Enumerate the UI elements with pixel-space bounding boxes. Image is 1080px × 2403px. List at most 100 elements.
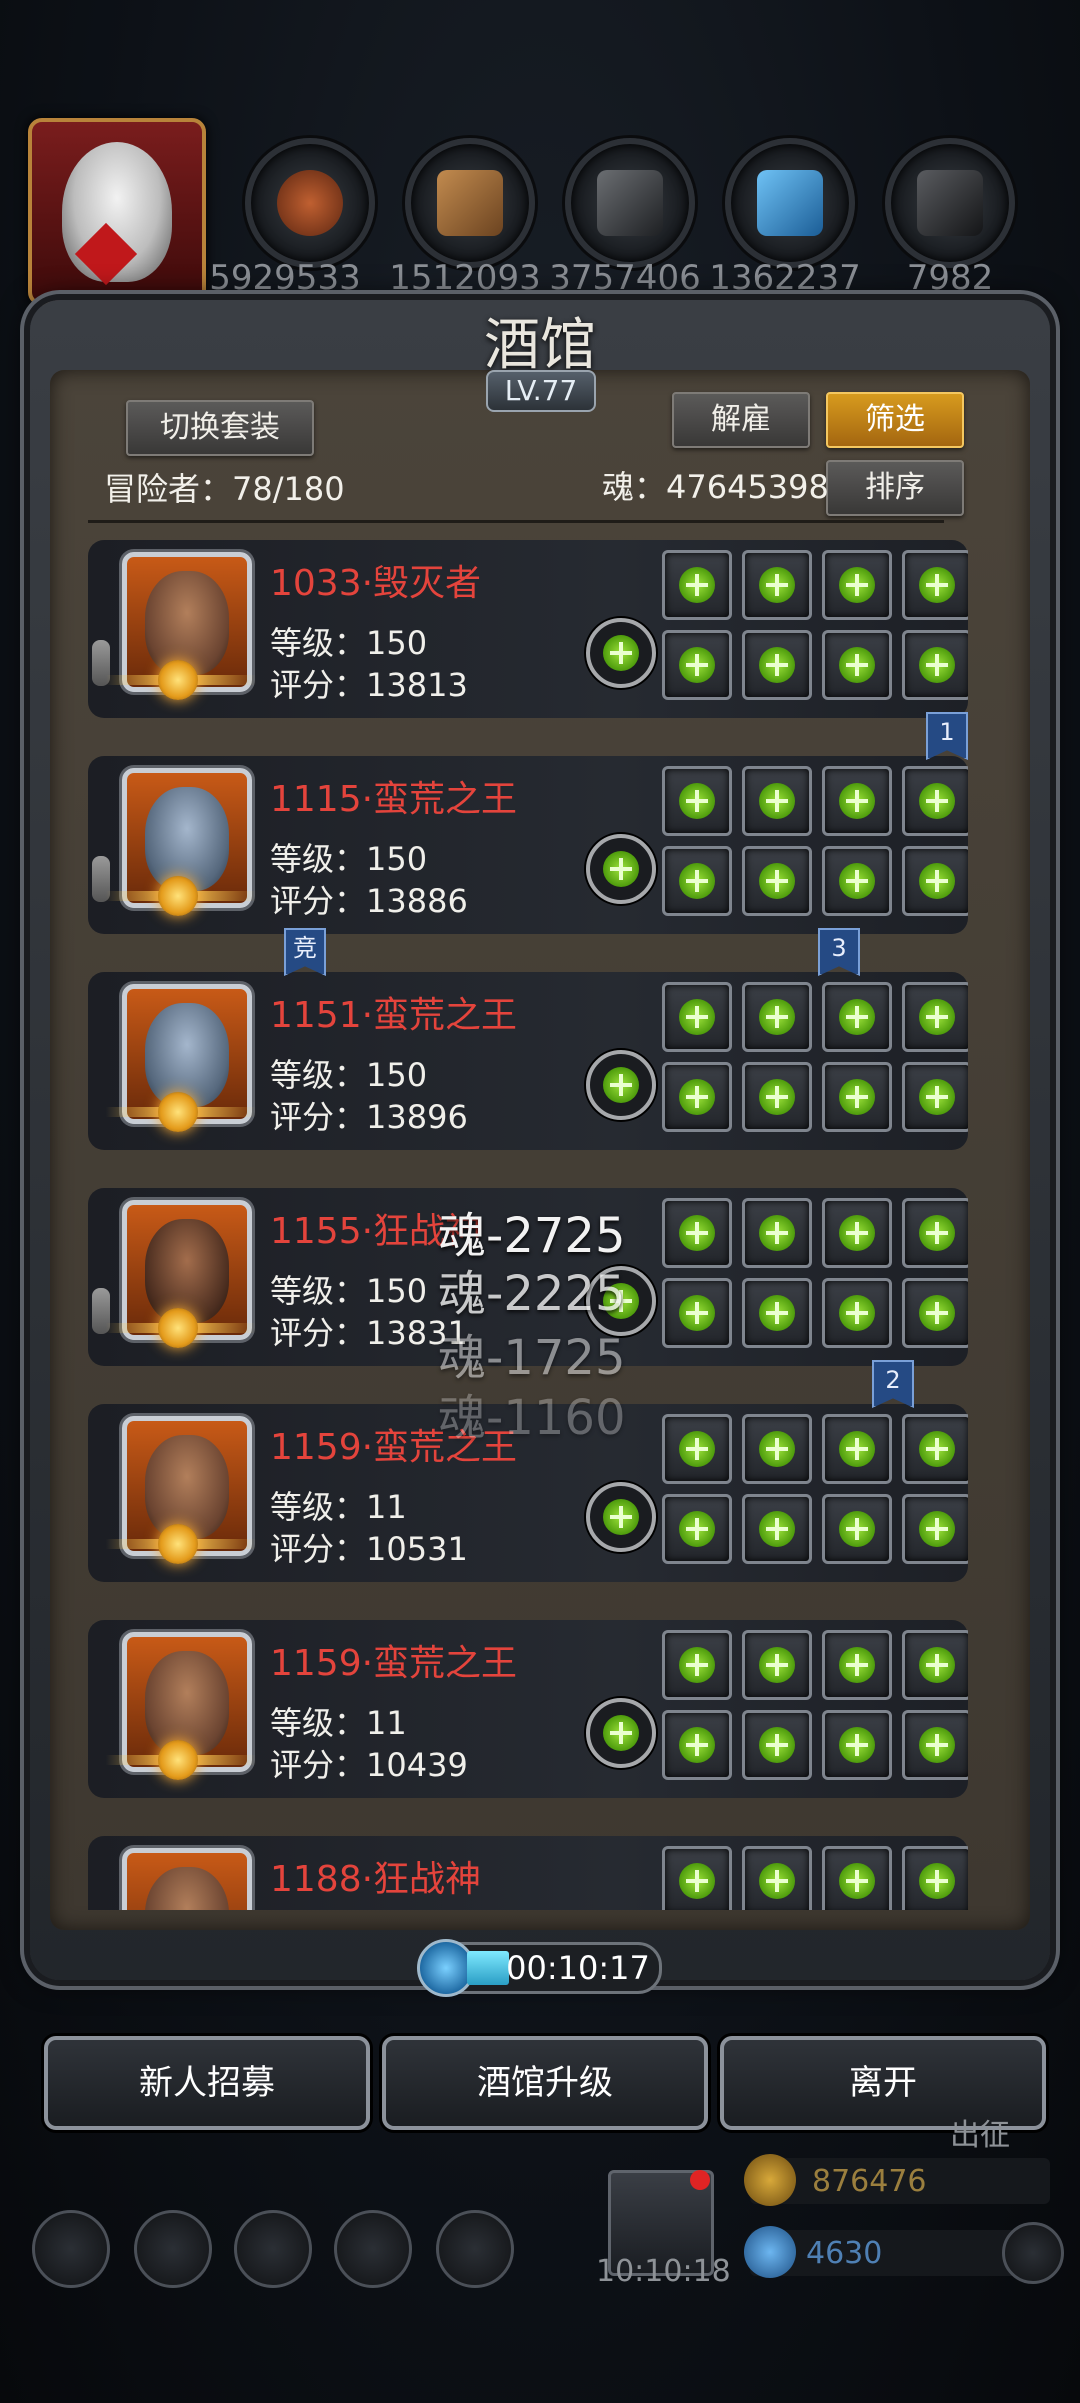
- equip-slot[interactable]: [742, 982, 812, 1052]
- hero-row[interactable]: 1151·蛮荒之王 等级：150 评分：13896: [88, 972, 968, 1150]
- plus-icon: [603, 1715, 639, 1751]
- equip-skill-slot[interactable]: [586, 1482, 656, 1552]
- shield-icon[interactable]: [436, 2210, 514, 2288]
- medal-icon: [158, 1092, 198, 1132]
- mail-icon[interactable]: [334, 2210, 412, 2288]
- plus-icon: [679, 1727, 715, 1763]
- adventurer-count: 冒险者：78/180: [104, 470, 345, 508]
- tavern-upgrade-button[interactable]: 酒馆升级: [382, 2036, 708, 2130]
- equip-slot[interactable]: [662, 982, 732, 1052]
- hero-row[interactable]: 1159·蛮荒之王 等级：11 评分：10439: [88, 1620, 968, 1798]
- equip-skill-slot[interactable]: [586, 1050, 656, 1120]
- resource-crystal[interactable]: [725, 138, 855, 268]
- resource-meat-count: 5929533: [209, 258, 361, 298]
- equip-slot[interactable]: [662, 846, 732, 916]
- equip-slot[interactable]: [902, 982, 968, 1052]
- hero-row[interactable]: 1188·狂战神: [88, 1836, 968, 1910]
- equip-slot[interactable]: [822, 846, 892, 916]
- level-badge: LV.77: [486, 370, 596, 412]
- hero-avatar[interactable]: [122, 1848, 252, 1910]
- equip-slot[interactable]: [742, 550, 812, 620]
- equip-slot[interactable]: [822, 1846, 892, 1910]
- equip-slot[interactable]: [742, 766, 812, 836]
- equip-skill-slot[interactable]: [586, 834, 656, 904]
- plus-icon: [679, 1295, 715, 1331]
- plus-icon: [919, 1863, 955, 1899]
- equip-slot[interactable]: [742, 1278, 812, 1348]
- equip-slot[interactable]: [742, 1846, 812, 1910]
- plus-icon: [679, 1647, 715, 1683]
- equip-slot[interactable]: [662, 1198, 732, 1268]
- equip-slot[interactable]: [662, 1846, 732, 1910]
- equip-slot[interactable]: [662, 630, 732, 700]
- equip-skill-slot[interactable]: [586, 618, 656, 688]
- equip-slot[interactable]: [902, 1710, 968, 1780]
- equip-slot[interactable]: [742, 1062, 812, 1132]
- equip-slot[interactable]: [662, 1278, 732, 1348]
- plus-icon: [839, 1295, 875, 1331]
- hero-name: 1033·毁灭者: [270, 563, 482, 604]
- recruit-button[interactable]: 新人招募: [44, 2036, 370, 2130]
- equip-slot[interactable]: [902, 846, 968, 916]
- plus-icon: [919, 1295, 955, 1331]
- equip-slot[interactable]: [902, 630, 968, 700]
- switch-outfit-button[interactable]: 切换套装: [126, 400, 314, 456]
- equip-slot[interactable]: [902, 550, 968, 620]
- equip-slot[interactable]: [822, 766, 892, 836]
- equip-slot[interactable]: [822, 1278, 892, 1348]
- settings-icon[interactable]: [32, 2210, 110, 2288]
- book-icon[interactable]: [234, 2210, 312, 2288]
- plus-icon: [919, 1727, 955, 1763]
- add-currency-button[interactable]: [1002, 2222, 1064, 2284]
- equip-slot[interactable]: [662, 766, 732, 836]
- resource-stone[interactable]: [885, 138, 1015, 268]
- equip-slot[interactable]: [822, 1710, 892, 1780]
- dismiss-button[interactable]: 解雇: [672, 392, 810, 448]
- star-icon[interactable]: [134, 2210, 212, 2288]
- equip-slot[interactable]: [902, 1278, 968, 1348]
- equip-slot[interactable]: [822, 1494, 892, 1564]
- resource-iron[interactable]: [565, 138, 695, 268]
- resource-meat[interactable]: [245, 138, 375, 268]
- equip-slot[interactable]: [742, 1630, 812, 1700]
- equip-slot[interactable]: [742, 1494, 812, 1564]
- equip-slot[interactable]: [902, 1062, 968, 1132]
- equip-slot[interactable]: [662, 550, 732, 620]
- equip-skill-slot[interactable]: [586, 1698, 656, 1768]
- equip-slot[interactable]: [662, 1062, 732, 1132]
- equip-slot[interactable]: [822, 550, 892, 620]
- equip-slot[interactable]: [742, 1710, 812, 1780]
- resource-wood[interactable]: [405, 138, 535, 268]
- equip-slot[interactable]: [662, 1710, 732, 1780]
- filter-button[interactable]: 筛选: [826, 392, 964, 448]
- equip-slot[interactable]: [822, 982, 892, 1052]
- plus-icon: [759, 1079, 795, 1115]
- resource-crystal-count: 1362237: [709, 258, 861, 298]
- equip-slot[interactable]: [662, 1494, 732, 1564]
- equip-slot[interactable]: [822, 1062, 892, 1132]
- equip-slot[interactable]: [902, 1494, 968, 1564]
- equip-slot[interactable]: [822, 1414, 892, 1484]
- equip-slot[interactable]: [822, 1630, 892, 1700]
- equip-slot[interactable]: [822, 630, 892, 700]
- equip-slot[interactable]: [742, 1198, 812, 1268]
- hero-face-icon: [145, 571, 229, 675]
- hero-row[interactable]: 1033·毁灭者 等级：150 评分：13813: [88, 540, 968, 718]
- equip-slot[interactable]: [742, 1414, 812, 1484]
- equip-slot[interactable]: [742, 846, 812, 916]
- equip-slot[interactable]: [902, 1198, 968, 1268]
- hero-level: 等级：150: [270, 1272, 428, 1310]
- equip-slot[interactable]: [902, 1630, 968, 1700]
- equip-slot[interactable]: [822, 1198, 892, 1268]
- equip-slot[interactable]: [902, 1414, 968, 1484]
- equip-slot[interactable]: [662, 1630, 732, 1700]
- gold-amount: 876476: [812, 2164, 927, 2199]
- equip-slot[interactable]: [902, 766, 968, 836]
- sort-button[interactable]: 排序: [826, 460, 964, 516]
- equip-slot[interactable]: [902, 1846, 968, 1910]
- player-portrait[interactable]: [28, 118, 206, 306]
- equip-slot[interactable]: [662, 1414, 732, 1484]
- equip-slot[interactable]: [742, 630, 812, 700]
- hero-row[interactable]: 1115·蛮荒之王 等级：150 评分：13886: [88, 756, 968, 934]
- gift-timer: 10:10:18: [596, 2254, 731, 2289]
